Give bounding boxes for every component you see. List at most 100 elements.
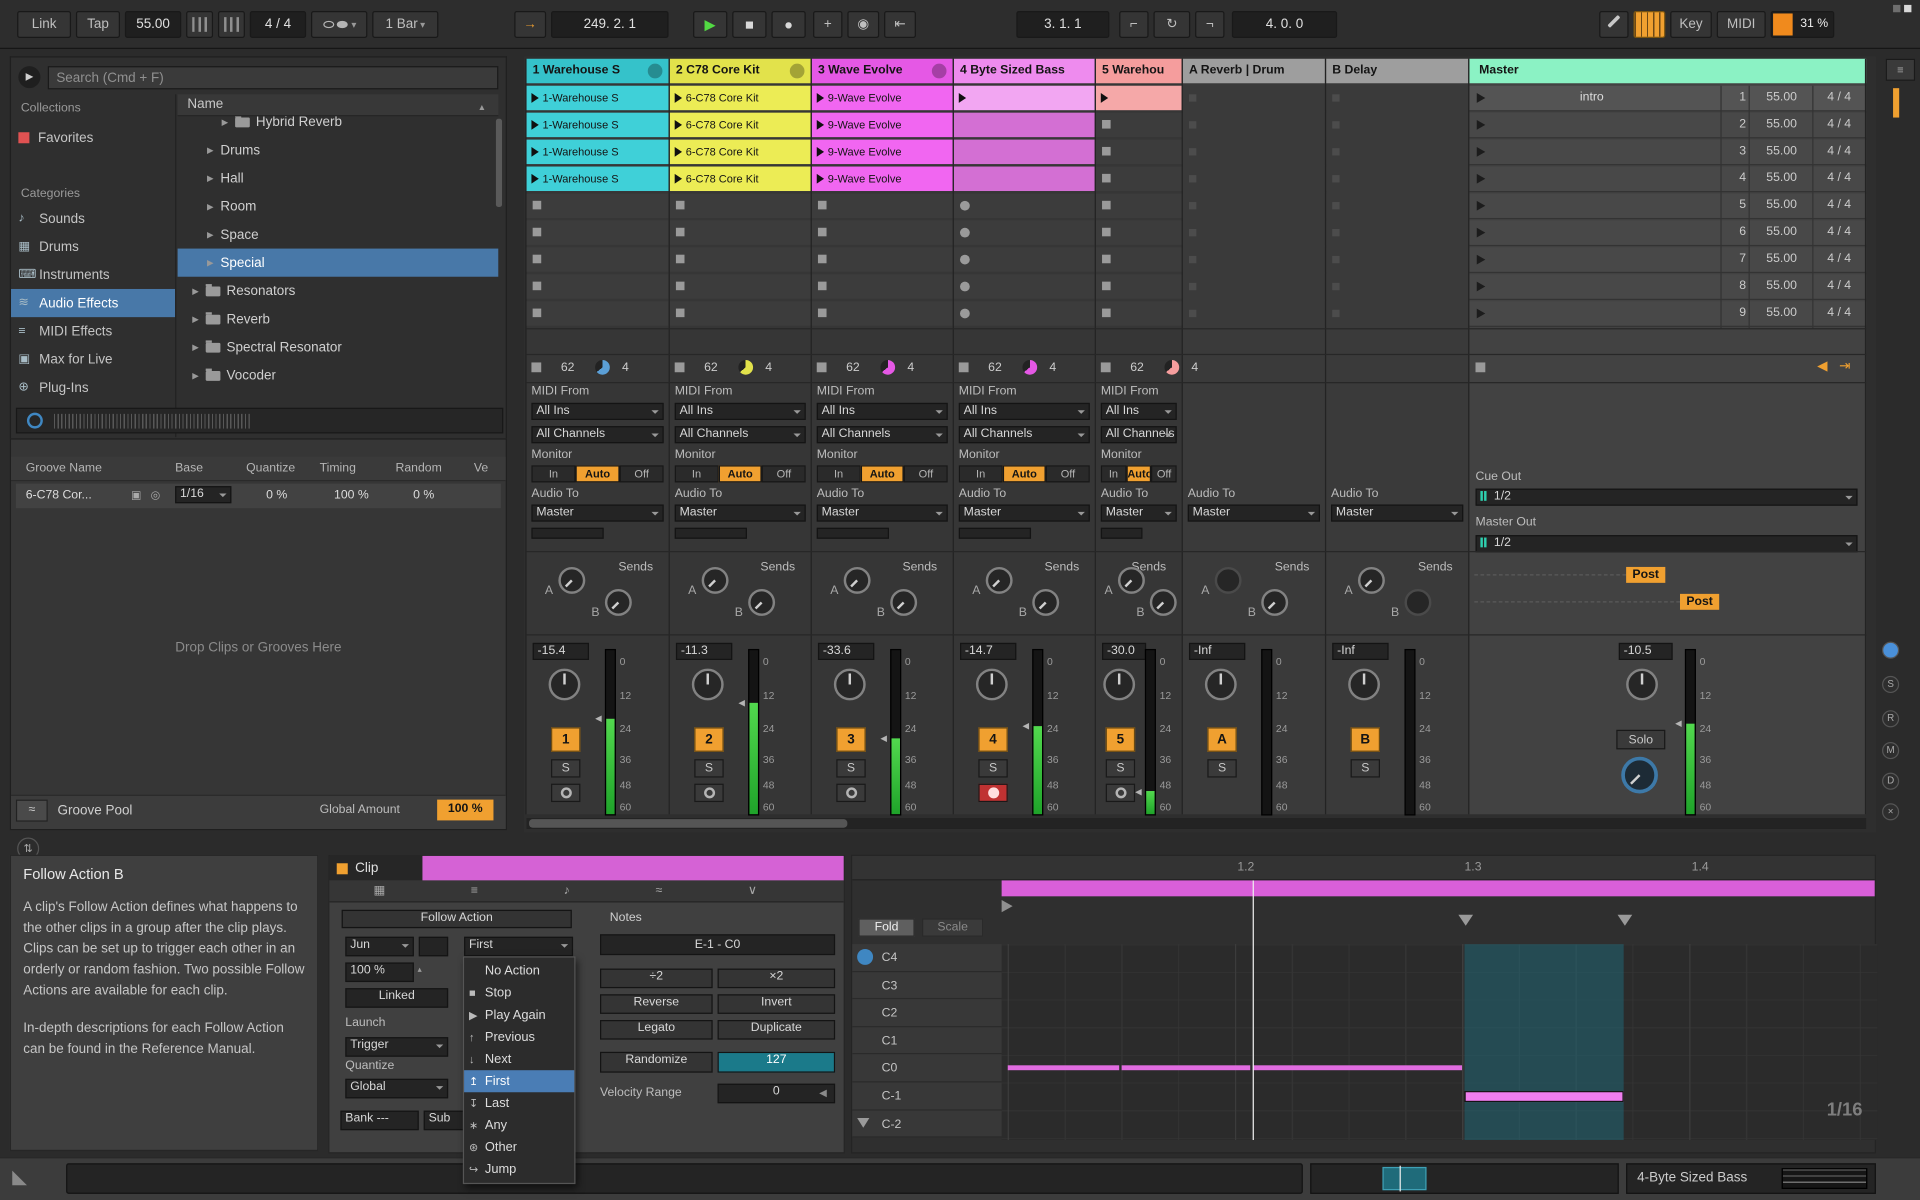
clip-slot[interactable]: 1-Warehouse S — [527, 86, 669, 110]
send-knob-b[interactable] — [605, 589, 632, 616]
send-b-post-toggle[interactable]: Post — [1680, 594, 1719, 610]
invert-button[interactable]: Invert — [718, 994, 836, 1014]
view-toggle-io[interactable] — [1882, 642, 1899, 659]
scene-tempo[interactable]: 55.00 — [1753, 279, 1809, 295]
bank-select[interactable]: Bank --- — [340, 1111, 418, 1131]
output-channel-box[interactable] — [959, 528, 1031, 539]
monitor-option-auto[interactable]: Auto — [860, 465, 904, 482]
master-out-select[interactable]: 1/2 — [1476, 535, 1858, 552]
arm-button[interactable] — [836, 784, 865, 802]
track-header[interactable]: 5 Warehou — [1096, 59, 1182, 83]
volume-display[interactable]: -Inf — [1189, 643, 1245, 660]
chance-stepper-icon[interactable]: ▴ — [418, 964, 430, 981]
fold-arrow-icon[interactable]: ◀ — [819, 1086, 834, 1101]
arrangement-overview[interactable] — [1310, 1163, 1619, 1194]
monitor-switch[interactable]: InAutoOff — [959, 465, 1090, 482]
halve-time-button[interactable]: ÷2 — [600, 969, 713, 989]
output-channel-box[interactable] — [675, 528, 747, 539]
clip-slot-empty[interactable] — [527, 274, 669, 298]
pan-knob[interactable] — [1103, 669, 1135, 701]
session-menu-button[interactable]: ≡ — [1886, 59, 1915, 81]
clip-slot[interactable]: 6-C78 Core Kit — [670, 140, 811, 164]
send-knob-b[interactable] — [1404, 589, 1431, 616]
solo-button[interactable]: S — [836, 759, 865, 777]
track-activator[interactable]: B — [1351, 727, 1380, 751]
clip-slot-empty[interactable] — [1096, 167, 1182, 191]
scene-tempo[interactable]: 55.00 — [1753, 198, 1809, 214]
input-route-select[interactable]: All Ins — [531, 403, 663, 420]
pan-knob[interactable] — [1205, 669, 1237, 701]
clip-slot-empty[interactable] — [1096, 220, 1182, 244]
volume-display[interactable]: -14.7 — [960, 643, 1016, 660]
view-toggle-crossfader[interactable]: × — [1882, 803, 1899, 820]
clip-slot-empty[interactable] — [1326, 220, 1468, 244]
clip-slot-empty[interactable] — [954, 220, 1095, 244]
output-channel-box[interactable] — [817, 528, 889, 539]
send-knob-a[interactable] — [558, 567, 585, 594]
send-knob-a[interactable] — [702, 567, 729, 594]
monitor-option-in[interactable]: In — [531, 465, 575, 482]
send-a-post-toggle[interactable]: Post — [1626, 567, 1665, 583]
scene-time-signature[interactable]: 4 / 4 — [1815, 144, 1864, 160]
clip-slot[interactable]: 9-Wave Evolve — [812, 140, 953, 164]
monitor-option-auto[interactable]: Auto — [576, 465, 620, 482]
send-knob-b[interactable] — [1032, 589, 1059, 616]
clip-slot[interactable] — [954, 140, 1095, 164]
launch-mode-select[interactable]: Trigger — [345, 1037, 448, 1057]
selected-clip-box[interactable]: 4-Byte Sized Bass — [1626, 1163, 1876, 1194]
solo-button[interactable]: S — [551, 759, 580, 777]
clip-slot-empty[interactable] — [954, 247, 1095, 271]
clip-tab-0[interactable]: ▦ — [373, 884, 385, 897]
clip-slot[interactable]: 9-Wave Evolve — [812, 113, 953, 137]
randomize-value[interactable]: 127 — [718, 1052, 836, 1073]
clip-slot[interactable]: 1-Warehouse S — [527, 140, 669, 164]
channel-select[interactable]: All Channels — [817, 426, 948, 443]
clip-slot-empty[interactable] — [812, 301, 953, 325]
track-activator[interactable]: A — [1207, 727, 1236, 751]
arm-button[interactable] — [978, 784, 1007, 802]
menu-item-next[interactable]: ↓Next — [464, 1048, 574, 1070]
clip-slot-empty[interactable] — [1183, 301, 1325, 325]
clip-slot[interactable] — [954, 167, 1095, 191]
menu-item-previous[interactable]: ↑Previous — [464, 1026, 574, 1048]
clip-slot-empty[interactable] — [670, 220, 811, 244]
arm-button[interactable] — [1106, 784, 1135, 802]
velocity-range-value[interactable]: 0 — [718, 1084, 836, 1104]
midi-note[interactable] — [1121, 1066, 1250, 1071]
track-stop-button[interactable] — [531, 362, 541, 372]
monitor-option-off[interactable]: Off — [1151, 465, 1176, 482]
track-header[interactable]: A Reverb | Drum — [1183, 59, 1325, 83]
scale-button[interactable]: Scale — [922, 918, 983, 936]
clip-slot[interactable] — [954, 113, 1095, 137]
duplicate-button[interactable]: Duplicate — [718, 1020, 836, 1040]
pan-knob[interactable] — [834, 669, 866, 701]
output-route-select[interactable]: Master — [959, 504, 1090, 521]
clip-slot-empty[interactable] — [1183, 113, 1325, 137]
midi-note-selected[interactable] — [1464, 1091, 1623, 1102]
locator-marker-icon[interactable] — [1617, 915, 1632, 926]
monitor-option-auto[interactable]: Auto — [718, 465, 762, 482]
info-view-toggle-icon[interactable] — [12, 1171, 27, 1186]
pan-knob[interactable] — [549, 669, 581, 701]
clip-quantize-select[interactable]: Global — [345, 1079, 448, 1099]
menu-item-last[interactable]: ↧Last — [464, 1092, 574, 1114]
clip-slot[interactable]: 9-Wave Evolve — [812, 86, 953, 110]
clip-slot-empty[interactable] — [1326, 167, 1468, 191]
input-route-select[interactable]: All Ins — [1101, 403, 1177, 420]
follow-session-button[interactable]: ⇥ — [1839, 359, 1863, 375]
monitor-option-in[interactable]: In — [675, 465, 719, 482]
solo-button[interactable]: S — [1351, 759, 1380, 777]
clip-slot-empty[interactable] — [1183, 140, 1325, 164]
master-solo-button[interactable]: Solo — [1616, 730, 1665, 750]
clip-slot-empty[interactable] — [527, 193, 669, 217]
clip-slot-empty[interactable] — [670, 247, 811, 271]
arm-button[interactable] — [694, 784, 723, 802]
back-to-arrangement-button[interactable]: ◀ — [1817, 359, 1834, 375]
solo-button[interactable]: S — [1207, 759, 1236, 777]
monitor-option-off[interactable]: Off — [620, 465, 664, 482]
view-toggle-track-delay[interactable]: D — [1882, 773, 1899, 790]
channel-select[interactable]: All Channels — [531, 426, 663, 443]
output-route-select[interactable]: Master — [1101, 504, 1177, 521]
follow-action-chance-a[interactable]: 100 % — [345, 962, 414, 982]
output-route-select[interactable]: Master — [675, 504, 806, 521]
